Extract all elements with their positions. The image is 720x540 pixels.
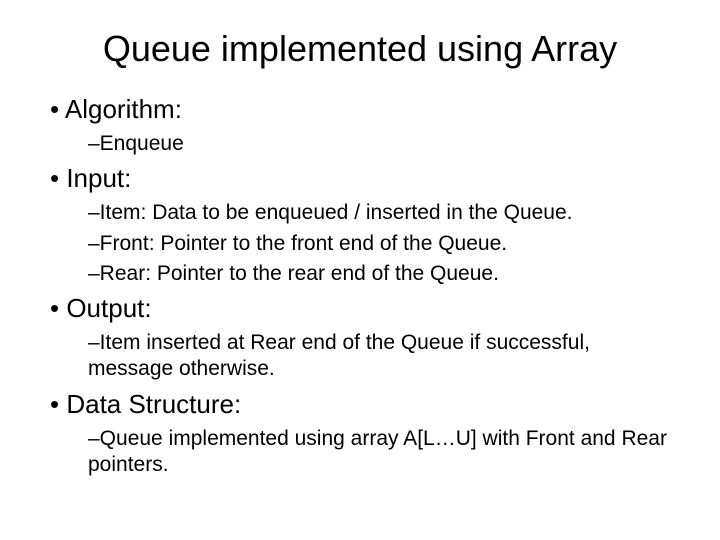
datastructure-section: • Data Structure: –Queue implemented usi… [50,389,670,479]
input-item: –Rear: Pointer to the rear end of the Qu… [50,261,670,287]
algorithm-heading: • Algorithm: [50,94,670,125]
datastructure-item: –Queue implemented using array A[L…U] wi… [50,426,670,479]
output-section: • Output: –Item inserted at Rear end of … [50,293,670,383]
algorithm-item: –Enqueue [50,131,670,157]
slide-container: Queue implemented using Array • Algorith… [0,0,720,504]
datastructure-heading: • Data Structure: [50,389,670,420]
slide-title: Queue implemented using Array [50,28,670,70]
output-heading: • Output: [50,293,670,324]
algorithm-section: • Algorithm: –Enqueue [50,94,670,157]
input-item: –Item: Data to be enqueued / inserted in… [50,200,670,226]
output-item: –Item inserted at Rear end of the Queue … [50,330,670,383]
input-section: • Input: –Item: Data to be enqueued / in… [50,163,670,287]
input-item: –Front: Pointer to the front end of the … [50,231,670,257]
input-heading: • Input: [50,163,670,194]
